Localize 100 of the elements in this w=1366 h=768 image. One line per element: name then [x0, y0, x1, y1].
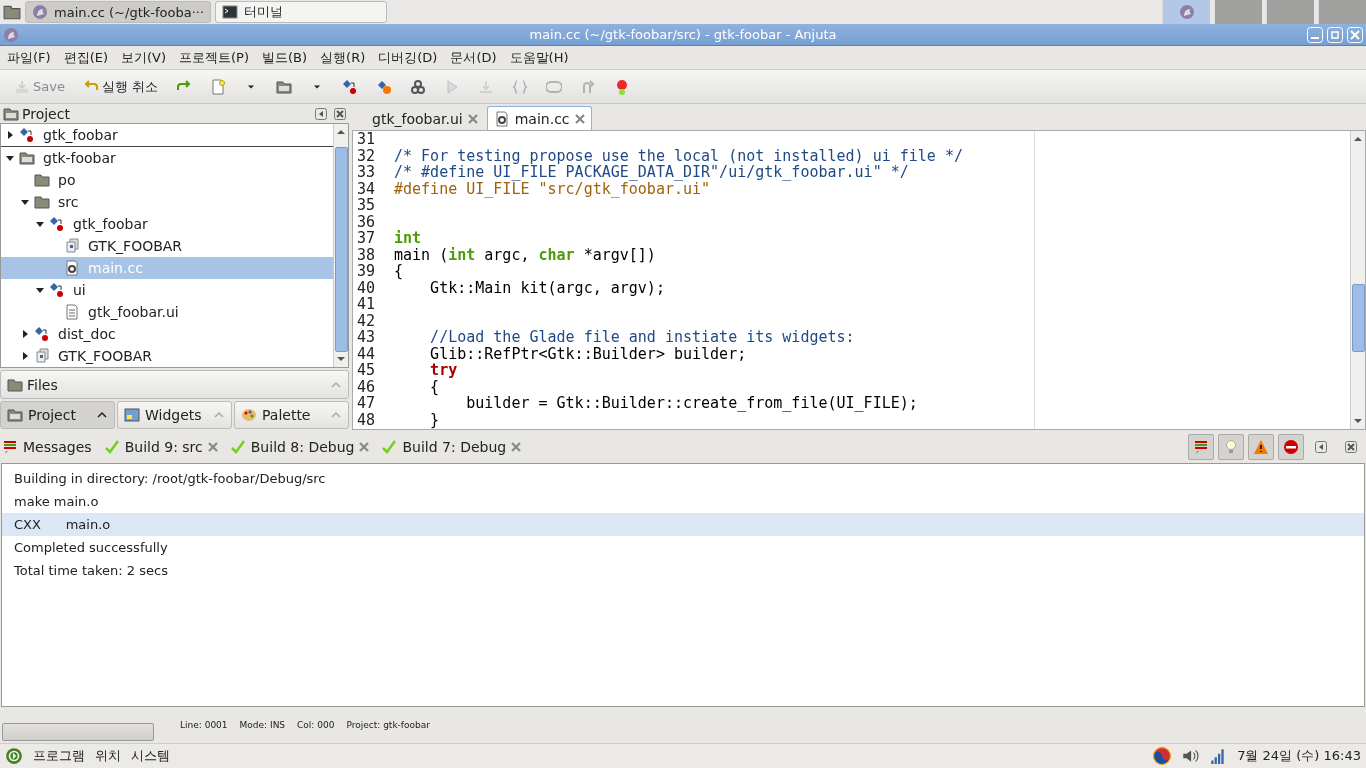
close-icon[interactable] — [467, 113, 478, 124]
code-line: } — [429, 411, 440, 428]
menu-item[interactable]: 편집(E) — [63, 48, 108, 67]
line-number: 41 — [356, 296, 377, 313]
line-number: 33 — [356, 164, 377, 181]
line-number: 39 — [356, 263, 377, 280]
menu-item[interactable]: 파일(F) — [7, 48, 51, 67]
pages-icon — [34, 348, 50, 364]
panel-tab[interactable]: Widgets — [117, 401, 232, 429]
task-button[interactable]: main.cc (~/gtk-fooba··· — [25, 1, 212, 23]
message-row[interactable]: make main.o — [2, 490, 1364, 513]
panel-tab[interactable]: Project — [0, 401, 115, 429]
files-expander[interactable]: Files — [0, 370, 349, 399]
expander-right-icon[interactable] — [20, 329, 30, 339]
expander-down-icon[interactable] — [20, 197, 30, 207]
close-icon[interactable] — [511, 441, 522, 452]
build-tab[interactable]: Build 9: src — [103, 438, 218, 455]
menu-item[interactable]: 실행(R) — [320, 48, 366, 67]
build-tab[interactable]: Build 8: Debug — [229, 438, 370, 455]
expander-right-icon[interactable] — [20, 351, 30, 361]
line-number: 47 — [356, 395, 377, 412]
expander-down-icon[interactable] — [5, 153, 15, 163]
close-icon[interactable] — [334, 107, 346, 120]
status-text: Line: 0001 — [180, 720, 228, 730]
tree-item[interactable]: ui — [1, 279, 333, 301]
filter-button[interactable] — [1278, 433, 1304, 460]
expander-down-icon[interactable] — [35, 285, 45, 295]
scroll-thumb[interactable] — [334, 147, 348, 352]
tree-item[interactable]: dist_doc — [1, 323, 333, 345]
menu-item[interactable]: 도움말(H) — [509, 48, 569, 67]
undo-button[interactable]: 실행 취소 — [74, 72, 167, 101]
scrollbar[interactable] — [1350, 131, 1365, 429]
tree-item[interactable]: gtk_foobar — [1, 124, 333, 147]
scroll-thumb[interactable] — [1351, 284, 1365, 352]
tree-item[interactable]: po — [1, 169, 333, 191]
diamond-dot-icon — [49, 216, 65, 232]
close-icon[interactable] — [1345, 440, 1357, 453]
folder-icon[interactable] — [3, 3, 21, 21]
diamond-dot-icon — [19, 127, 35, 143]
task-button[interactable]: 터미널 — [215, 1, 388, 23]
dock-icon[interactable] — [1315, 440, 1327, 453]
menu-item[interactable]: 빌드(B) — [262, 48, 308, 67]
menu-item[interactable]: 문서(D) — [450, 48, 497, 67]
editor-tab[interactable]: gtk_foobar.ui — [365, 106, 485, 130]
line-number: 48 — [356, 411, 377, 428]
message-row[interactable]: CXX main.o — [2, 513, 1364, 536]
line-number: 42 — [356, 312, 377, 329]
keyboard-layout-icon[interactable] — [1153, 747, 1172, 765]
messages-tab[interactable]: Messages — [2, 438, 92, 455]
message-row[interactable]: Building in directory: /root/gtk-foobar/Debug/src — [2, 467, 1364, 490]
document-icon — [64, 304, 80, 320]
close-icon[interactable] — [359, 441, 370, 452]
app-menu-icon[interactable] — [5, 747, 23, 765]
code-line: try — [429, 362, 458, 379]
scrollbar[interactable] — [333, 124, 348, 367]
code-line: { — [394, 263, 404, 280]
line-number: 44 — [356, 345, 377, 362]
expander-down-icon[interactable] — [35, 219, 45, 229]
menu-item[interactable]: 디버깅(D) — [378, 48, 438, 67]
close-icon[interactable] — [207, 441, 218, 452]
message-row[interactable]: Completed successfully — [2, 536, 1364, 559]
bulb-icon — [1223, 438, 1239, 455]
tree-item[interactable]: GTK_FOOBAR — [1, 235, 333, 257]
check-icon — [381, 438, 398, 455]
drawer-icon — [19, 150, 35, 166]
list-icon — [2, 438, 18, 455]
scroll-down-icon[interactable] — [336, 354, 346, 364]
line-number: 37 — [356, 230, 377, 247]
code-line: { — [429, 378, 440, 395]
line-number: 32 — [356, 147, 377, 164]
scroll-down-icon[interactable] — [1353, 416, 1363, 426]
build-tab[interactable]: Build 7: Debug — [381, 438, 522, 455]
menu-item[interactable]: 프로젝트(P) — [179, 48, 249, 67]
expander-right-icon[interactable] — [5, 130, 15, 140]
line-number: 34 — [356, 180, 377, 197]
panel-tab[interactable]: Palette — [234, 401, 349, 429]
scroll-up-icon[interactable] — [336, 127, 346, 137]
tree-item[interactable]: gtk-foobar — [1, 147, 333, 169]
panel-menu[interactable]: 시스템 — [131, 747, 170, 765]
line-number: 45 — [356, 362, 377, 379]
close-icon[interactable] — [574, 113, 585, 124]
workspace-button[interactable] — [1162, 0, 1210, 24]
palette-icon — [241, 407, 257, 423]
maximize-icon[interactable] — [1327, 26, 1343, 43]
editor-tab[interactable]: main.cc — [486, 106, 592, 130]
minimize-icon[interactable] — [1307, 26, 1323, 43]
tree-item[interactable]: src — [1, 191, 333, 213]
dock-icon[interactable] — [315, 107, 327, 120]
window-title: main.cc (~/gtk-foobar/src) - gtk-foobar - Anjuta — [528, 27, 838, 42]
menu-item[interactable]: 보기(V) — [121, 48, 167, 67]
filter-button[interactable] — [1188, 433, 1214, 460]
line-number: 36 — [356, 213, 377, 230]
tree-item[interactable]: GTK_FOOBAR — [1, 345, 333, 367]
tree-item[interactable]: gtk_foobar.ui — [1, 301, 333, 323]
scroll-up-icon[interactable] — [1353, 134, 1363, 144]
clock[interactable]: 7월 24일 (수) 16:43 — [1237, 747, 1361, 765]
panel-menu[interactable]: 위치 — [95, 747, 121, 765]
message-row[interactable]: Total time taken: 2 secs — [2, 559, 1364, 582]
panel-menu[interactable]: 프로그램 — [33, 747, 85, 765]
tree-item[interactable]: gtk_foobar — [1, 213, 333, 235]
